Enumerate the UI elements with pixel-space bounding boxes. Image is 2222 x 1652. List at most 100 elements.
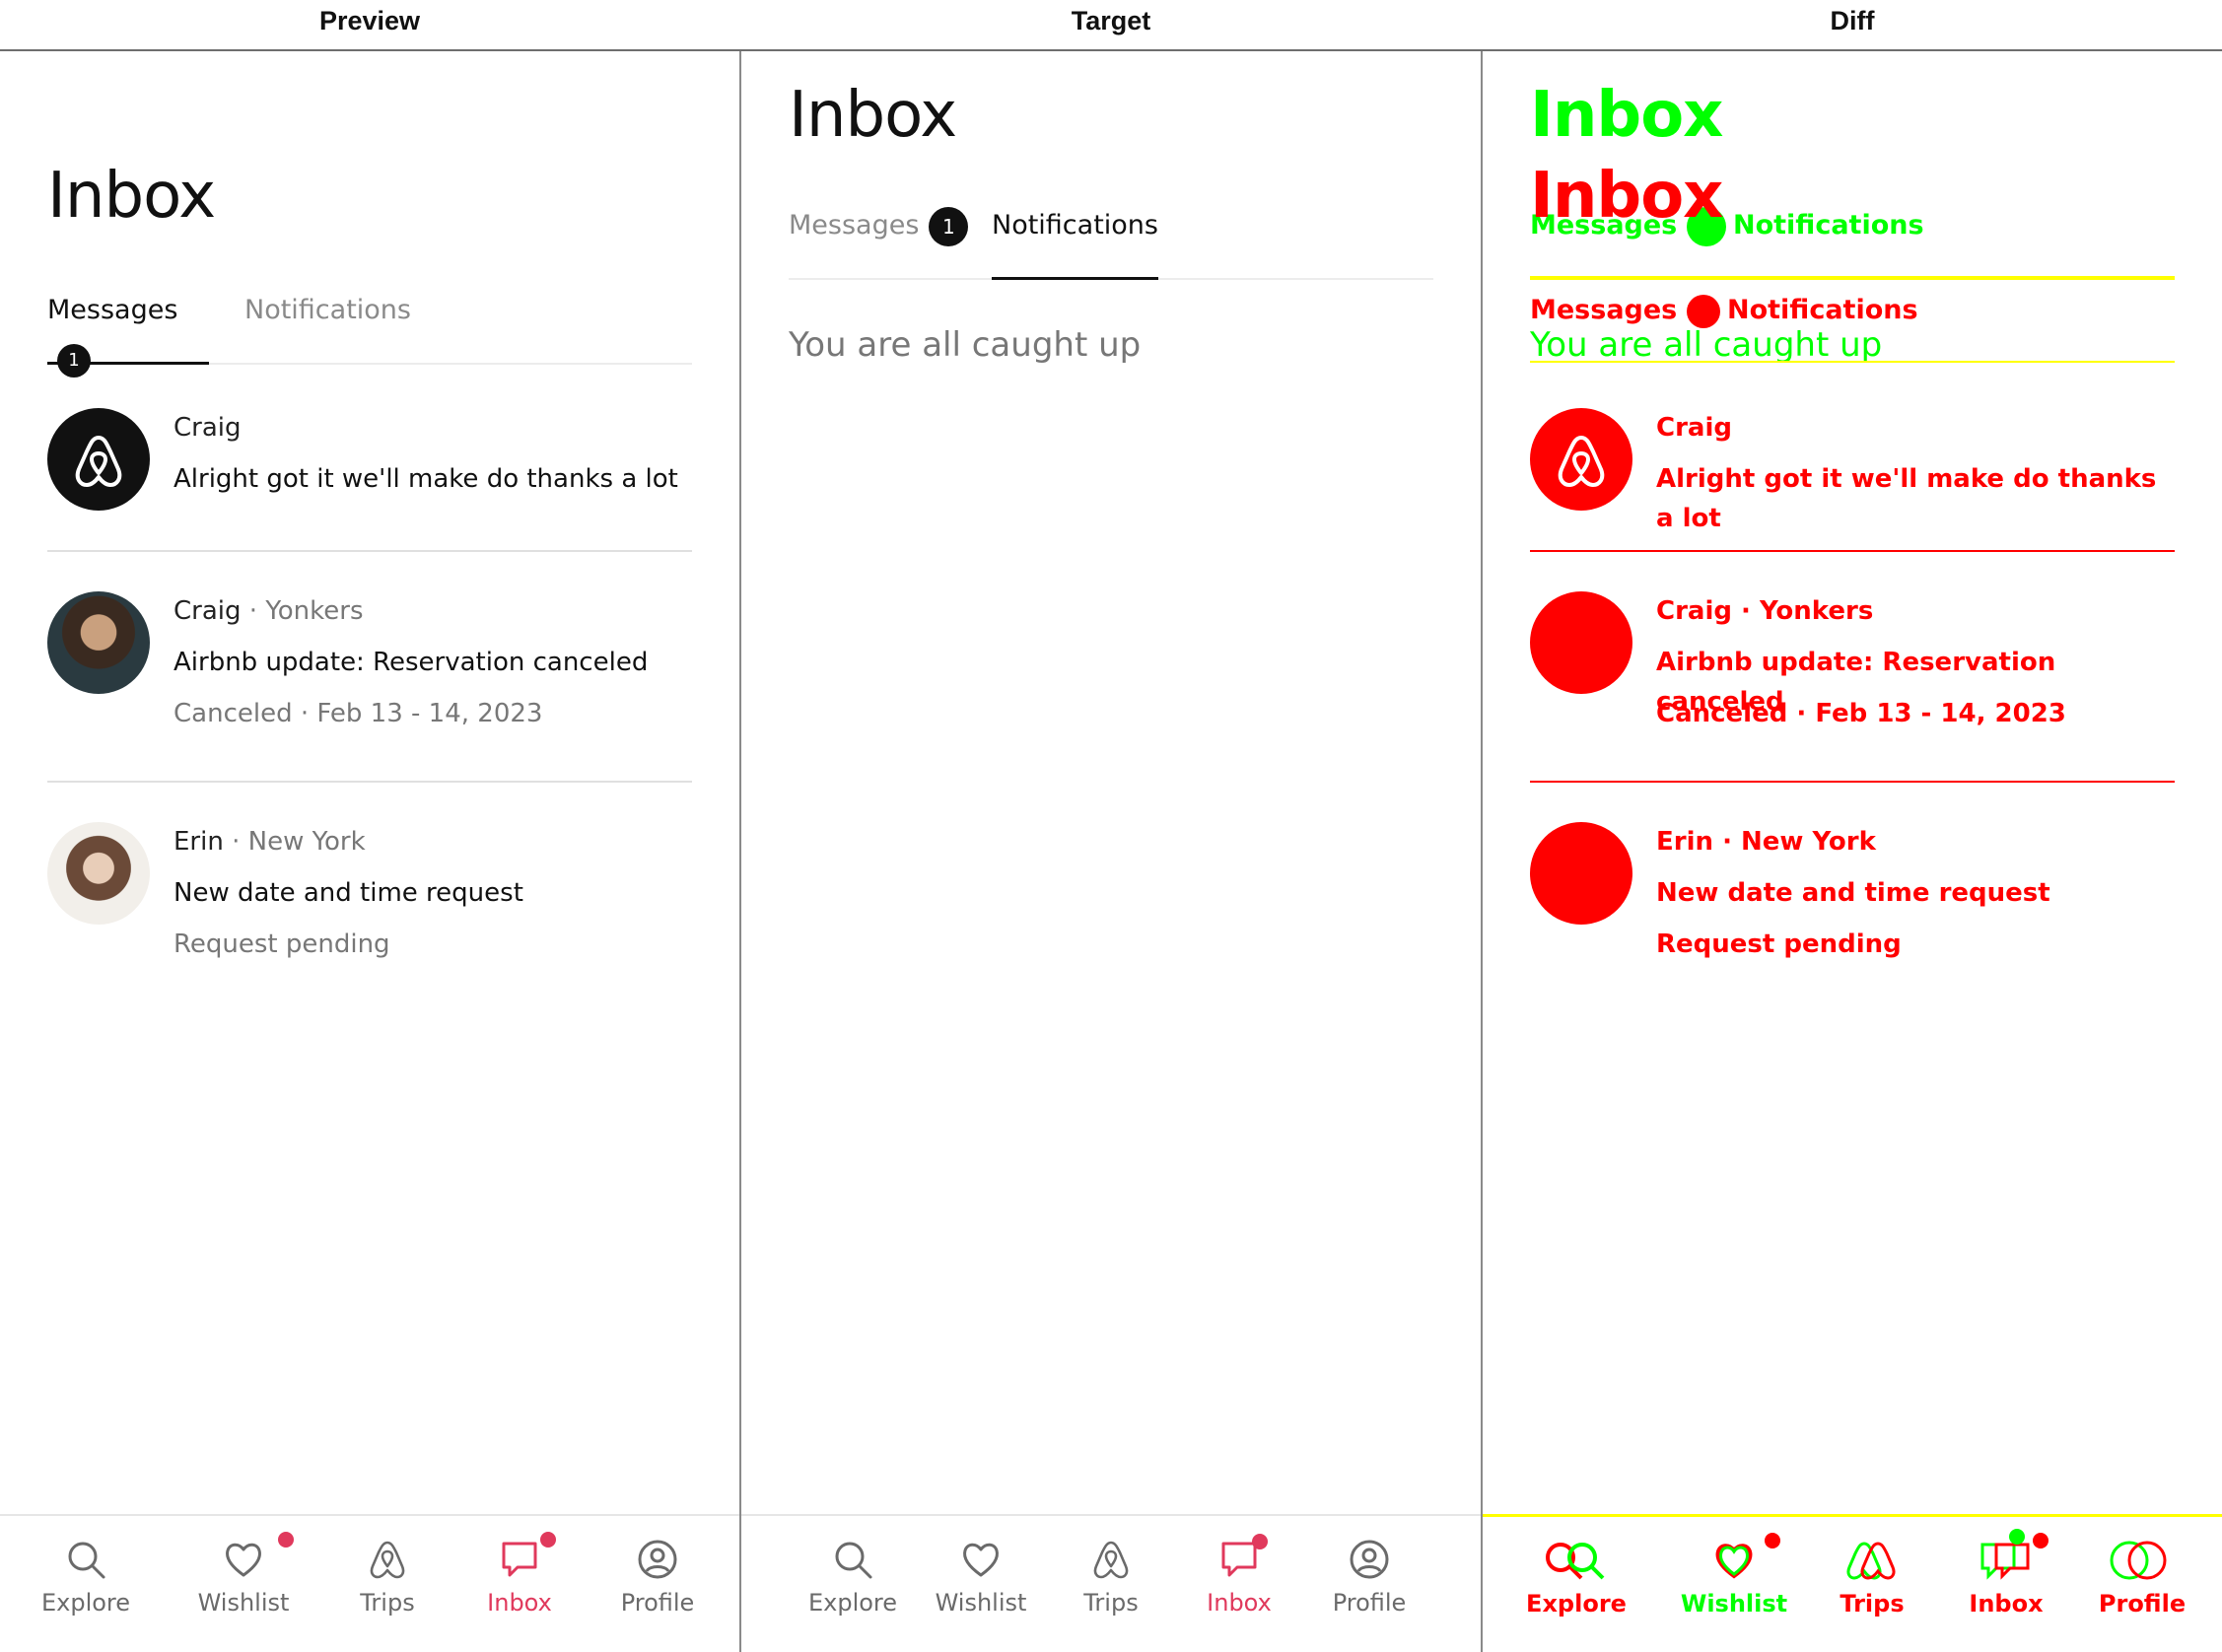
avatar — [1530, 822, 1632, 925]
nav-inbox-label: Inbox — [1207, 1589, 1272, 1617]
message-preview: Airbnb update: Reservation canceled — [174, 648, 649, 677]
inbox-tabs: Messages 1 Notifications — [789, 201, 1433, 280]
nav-inbox: Inbox — [1942, 1529, 2070, 1618]
nav-inbox[interactable]: Inbox — [455, 1532, 584, 1617]
separator: · — [223, 827, 248, 857]
nav-profile-label: Profile — [1332, 1589, 1407, 1617]
nav-explore[interactable]: Explore — [789, 1538, 917, 1617]
tab-underline — [1530, 276, 2175, 280]
nav-explore[interactable]: Explore — [22, 1538, 150, 1617]
message-sender: Craig — [1656, 596, 1732, 626]
message-preview: New date and time request — [174, 878, 523, 908]
nav-wishlist: Wishlist — [1670, 1533, 1798, 1618]
message-preview: Airbnb update: Reservation canceled — [1656, 648, 2056, 717]
list-divider — [1530, 781, 2175, 783]
message-sender: Erin — [174, 827, 224, 857]
message-location: New York — [1741, 827, 1876, 857]
tab-notifications[interactable]: Notifications — [992, 201, 1158, 280]
nav-trips-label: Trips — [1840, 1590, 1905, 1618]
separator: · — [1713, 827, 1741, 857]
message-status: Canceled · Feb 13 - 14, 2023 — [174, 699, 543, 728]
list-divider — [47, 550, 692, 552]
message-sender: Craig — [1656, 413, 1732, 443]
message-location: Yonkers — [1759, 596, 1874, 626]
nav-trips[interactable]: Trips — [323, 1538, 451, 1617]
preview-pane: Inbox Messages 1 Notifications Craig Alri… — [0, 51, 739, 1652]
nav-inbox-label: Inbox — [1969, 1590, 2044, 1618]
tab-notifications: Notifications — [1733, 210, 1924, 241]
nav-profile[interactable]: Profile — [1305, 1538, 1433, 1617]
notification-dot — [2009, 1529, 2025, 1545]
heart-icon — [1715, 1544, 1753, 1579]
search-icon — [1546, 1543, 1605, 1580]
notification-dot — [540, 1532, 556, 1548]
comparison-header: Preview Target Diff — [0, 0, 2222, 51]
list-divider — [1530, 550, 2175, 552]
separator: · — [241, 596, 266, 626]
nav-explore: Explore — [1512, 1539, 1640, 1618]
profile-icon — [1350, 1540, 1389, 1579]
airbnb-logo-icon — [1093, 1541, 1129, 1579]
tab-notifications[interactable]: Notifications — [244, 286, 411, 365]
heart-icon — [226, 1543, 261, 1577]
bottom-nav: Explore Wishlist Trips Inbox Profile — [741, 1514, 1481, 1652]
nav-wishlist[interactable]: Wishlist — [917, 1538, 1045, 1617]
nav-profile-label: Profile — [2098, 1590, 2187, 1618]
message-sender: Craig — [174, 413, 242, 443]
airbnb-logo-icon — [1846, 1542, 1896, 1580]
message-sender: Craig — [174, 596, 242, 626]
tab-messages[interactable]: Messages 1 — [789, 201, 969, 280]
avatar — [1530, 591, 1632, 694]
nav-explore-label: Explore — [1526, 1590, 1627, 1618]
airbnb-logo-avatar — [1530, 408, 1632, 511]
bottom-nav: Explore Wishlist Trips Inbox Profile — [0, 1514, 739, 1652]
nav-profile: Profile — [2078, 1539, 2206, 1618]
search-icon — [835, 1542, 872, 1579]
preview-screen: Inbox Messages 1 Notifications Craig Alri… — [0, 51, 739, 1652]
diff-pane: Inbox Messages 1 Notifications You are al… — [1483, 51, 2222, 1652]
message-preview: Alright got it we'll make do thanks a lo… — [174, 464, 678, 494]
unread-badge: 1 — [1687, 294, 1721, 328]
inbox-tabs: Messages 1 Notifications — [47, 286, 692, 378]
airbnb-logo-avatar — [47, 408, 150, 511]
chat-bubble-icon — [1980, 1543, 2030, 1580]
nav-wishlist[interactable]: Wishlist — [179, 1532, 308, 1617]
message-sender: Erin — [1656, 827, 1714, 857]
nav-trips: Trips — [1808, 1539, 1936, 1618]
nav-inbox-label: Inbox — [487, 1589, 552, 1617]
message-preview: New date and time request — [1656, 878, 2050, 908]
message-status: Request pending — [1656, 929, 1902, 959]
empty-state-text: You are all caught up — [789, 325, 1142, 365]
nav-explore-label: Explore — [40, 1589, 131, 1617]
tab-messages-label: Messages — [1530, 295, 1678, 325]
tab-messages: Messages 1 — [1530, 286, 1721, 335]
message-status: Request pending — [174, 929, 390, 959]
message-location: Yonkers — [265, 596, 364, 626]
nav-profile[interactable]: Profile — [593, 1538, 722, 1617]
nav-profile-label: Profile — [620, 1589, 695, 1617]
notification-dot — [1765, 1533, 1780, 1549]
airbnb-logo-icon — [1558, 436, 1605, 487]
diff-heading: Diff — [1830, 6, 1875, 35]
notification-dot — [1252, 1534, 1268, 1549]
message-location: New York — [247, 827, 366, 857]
page-title: Inbox — [1530, 79, 1723, 152]
page-title: Inbox — [1530, 160, 1723, 233]
avatar — [47, 591, 150, 694]
unread-badge: 1 — [929, 206, 969, 246]
notification-dot — [2033, 1533, 2048, 1549]
target-screen: Inbox Messages 1 Notifications You are al… — [741, 51, 1481, 1652]
unread-badge: 1 — [57, 343, 91, 378]
search-icon — [68, 1542, 105, 1579]
nav-explore-label: Explore — [807, 1589, 898, 1617]
tab-notifications: Notifications — [1727, 295, 1918, 325]
tab-messages[interactable]: Messages 1 — [47, 286, 209, 378]
nav-inbox[interactable]: Inbox — [1175, 1534, 1303, 1617]
profile-icon — [2110, 1541, 2167, 1580]
heart-icon — [963, 1543, 999, 1577]
nav-trips[interactable]: Trips — [1047, 1538, 1175, 1617]
nav-wishlist-label: Wishlist — [935, 1589, 1027, 1617]
tab-messages-label: Messages — [789, 210, 920, 241]
airbnb-logo-icon — [75, 436, 122, 487]
nav-wishlist-label: Wishlist — [197, 1589, 290, 1617]
